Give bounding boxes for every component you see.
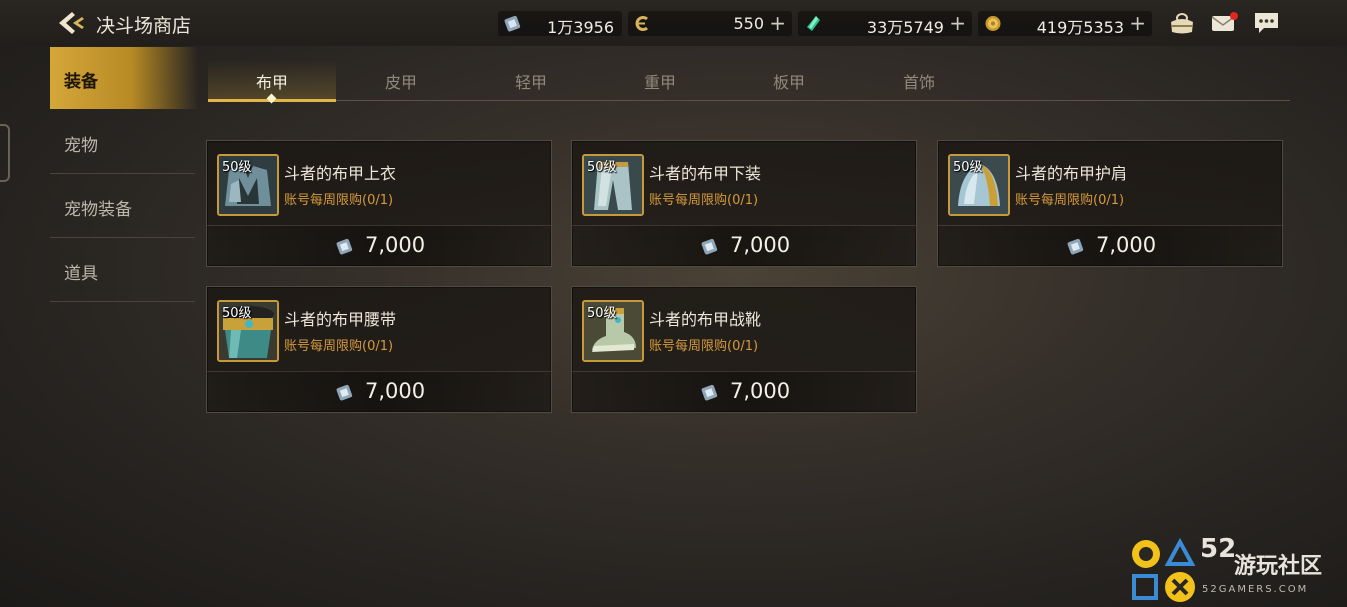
watermark-url: 52GAMERS.COM — [1202, 584, 1309, 595]
crystal-ticket-icon — [701, 384, 718, 401]
shop-item-card[interactable]: 50级 斗者的布甲腰带 账号每周限购(0/1) 7,000 — [206, 286, 552, 413]
crystal-ticket-icon — [336, 384, 353, 401]
tab-label: 皮甲 — [384, 73, 417, 92]
sidebar-item-equipment[interactable]: 装备 — [50, 47, 198, 109]
add-currency-button[interactable]: + — [769, 12, 786, 34]
currency-gold-coin: 419万5353 + — [978, 11, 1152, 37]
tab-label: 重甲 — [643, 73, 676, 92]
tabs-baseline — [208, 100, 1290, 101]
bag-icon[interactable] — [1168, 10, 1196, 36]
currency-value: 1万3956 — [547, 18, 614, 37]
tab-light[interactable]: 轻甲 — [467, 60, 595, 100]
item-price: 7,000 — [1096, 233, 1157, 257]
currency-green-gem: 33万5749 + — [798, 11, 972, 37]
tab-label: 布甲 — [255, 73, 288, 92]
purchase-limit: 账号每周限购(0/1) — [284, 339, 394, 354]
currency-c-coin: 550 + — [628, 11, 792, 36]
shop-item-card[interactable]: 50级 斗者的布甲战靴 账号每周限购(0/1) 7,000 — [571, 286, 917, 413]
sidebar-divider — [50, 237, 195, 238]
watermark-name: 游玩社区 — [1234, 554, 1323, 579]
sidebar-item-label: 装备 — [64, 72, 98, 92]
cloth-top-icon: 50级 — [217, 154, 279, 216]
tab-heavy[interactable]: 重甲 — [596, 60, 724, 100]
price-bar: 7,000 — [207, 371, 551, 412]
shop-item-card[interactable]: 50级 斗者的布甲下装 账号每周限购(0/1) 7,000 — [571, 140, 917, 267]
tab-plate[interactable]: 板甲 — [725, 60, 853, 100]
shop-item-card[interactable]: 50级 斗者的布甲上衣 账号每周限购(0/1) 7,000 — [206, 140, 552, 267]
currency-value: 550 — [733, 14, 764, 33]
shop-item-card[interactable]: 50级 斗者的布甲护肩 账号每周限购(0/1) 7,000 — [937, 140, 1283, 267]
purchase-limit: 账号每周限购(0/1) — [284, 193, 394, 208]
sidebar-item-pet-equipment[interactable]: 宠物装备 — [50, 175, 198, 237]
currency-value: 33万5749 — [866, 18, 944, 37]
sidebar-item-label: 宠物装备 — [64, 200, 132, 220]
add-currency-button[interactable]: + — [1129, 12, 1146, 34]
item-level: 50级 — [953, 160, 983, 175]
add-currency-button[interactable]: + — [949, 12, 966, 34]
crystal-ticket-icon — [504, 15, 521, 32]
currency-crystal-ticket: 1万3956 — [498, 11, 622, 37]
crystal-ticket-icon — [701, 238, 718, 255]
price-bar: 7,000 — [572, 371, 916, 412]
price-bar: 7,000 — [938, 225, 1282, 266]
c-coin-icon — [635, 16, 648, 31]
purchase-limit: 账号每周限购(0/1) — [1015, 193, 1125, 208]
mail-icon[interactable] — [1210, 10, 1238, 36]
item-price: 7,000 — [365, 379, 426, 403]
tab-label: 轻甲 — [514, 73, 547, 92]
item-level: 50级 — [587, 306, 617, 321]
watermark-number: 52 — [1200, 534, 1237, 564]
crystal-ticket-icon — [1067, 238, 1084, 255]
item-name: 斗者的布甲腰带 — [284, 310, 397, 329]
item-price: 7,000 — [730, 379, 791, 403]
item-price: 7,000 — [365, 233, 426, 257]
gold-coin-icon — [985, 16, 1001, 31]
top-bar: 决斗场商店 1万3956 550 + 33万5749 + 419万5353 + — [0, 0, 1347, 46]
sidebar-divider — [50, 301, 195, 302]
item-level: 50级 — [587, 160, 617, 175]
back-arrow-icon[interactable] — [56, 9, 86, 37]
green-gem-icon — [807, 16, 820, 31]
tab-label: 首饰 — [902, 73, 935, 92]
tab-accessory[interactable]: 首饰 — [855, 60, 983, 100]
item-name: 斗者的布甲战靴 — [649, 310, 762, 329]
sidebar-divider — [50, 173, 195, 174]
item-price: 7,000 — [730, 233, 791, 257]
currency-value: 419万5353 — [1036, 18, 1124, 37]
cloth-belt-icon: 50级 — [217, 300, 279, 362]
item-name: 斗者的布甲护肩 — [1015, 164, 1128, 183]
sidebar-item-items[interactable]: 道具 — [50, 239, 198, 301]
item-level: 50级 — [222, 160, 252, 175]
cloth-boots-icon: 50级 — [582, 300, 644, 362]
tab-leather[interactable]: 皮甲 — [337, 60, 465, 100]
item-level: 50级 — [222, 306, 252, 321]
chat-icon[interactable] — [1253, 10, 1281, 36]
cloth-shoulder-icon: 50级 — [948, 154, 1010, 216]
page-title: 决斗场商店 — [96, 15, 192, 37]
sidebar-item-label: 宠物 — [64, 136, 98, 156]
price-bar: 7,000 — [572, 225, 916, 266]
side-drawer-handle[interactable] — [0, 124, 10, 182]
item-name: 斗者的布甲下装 — [649, 164, 762, 183]
item-name: 斗者的布甲上衣 — [284, 164, 397, 183]
tab-label: 板甲 — [772, 73, 805, 92]
purchase-limit: 账号每周限购(0/1) — [649, 339, 759, 354]
crystal-ticket-icon — [336, 238, 353, 255]
cloth-pants-icon: 50级 — [582, 154, 644, 216]
purchase-limit: 账号每周限购(0/1) — [649, 193, 759, 208]
price-bar: 7,000 — [207, 225, 551, 266]
sidebar-item-label: 道具 — [64, 264, 98, 284]
sidebar-item-pets[interactable]: 宠物 — [50, 111, 198, 173]
